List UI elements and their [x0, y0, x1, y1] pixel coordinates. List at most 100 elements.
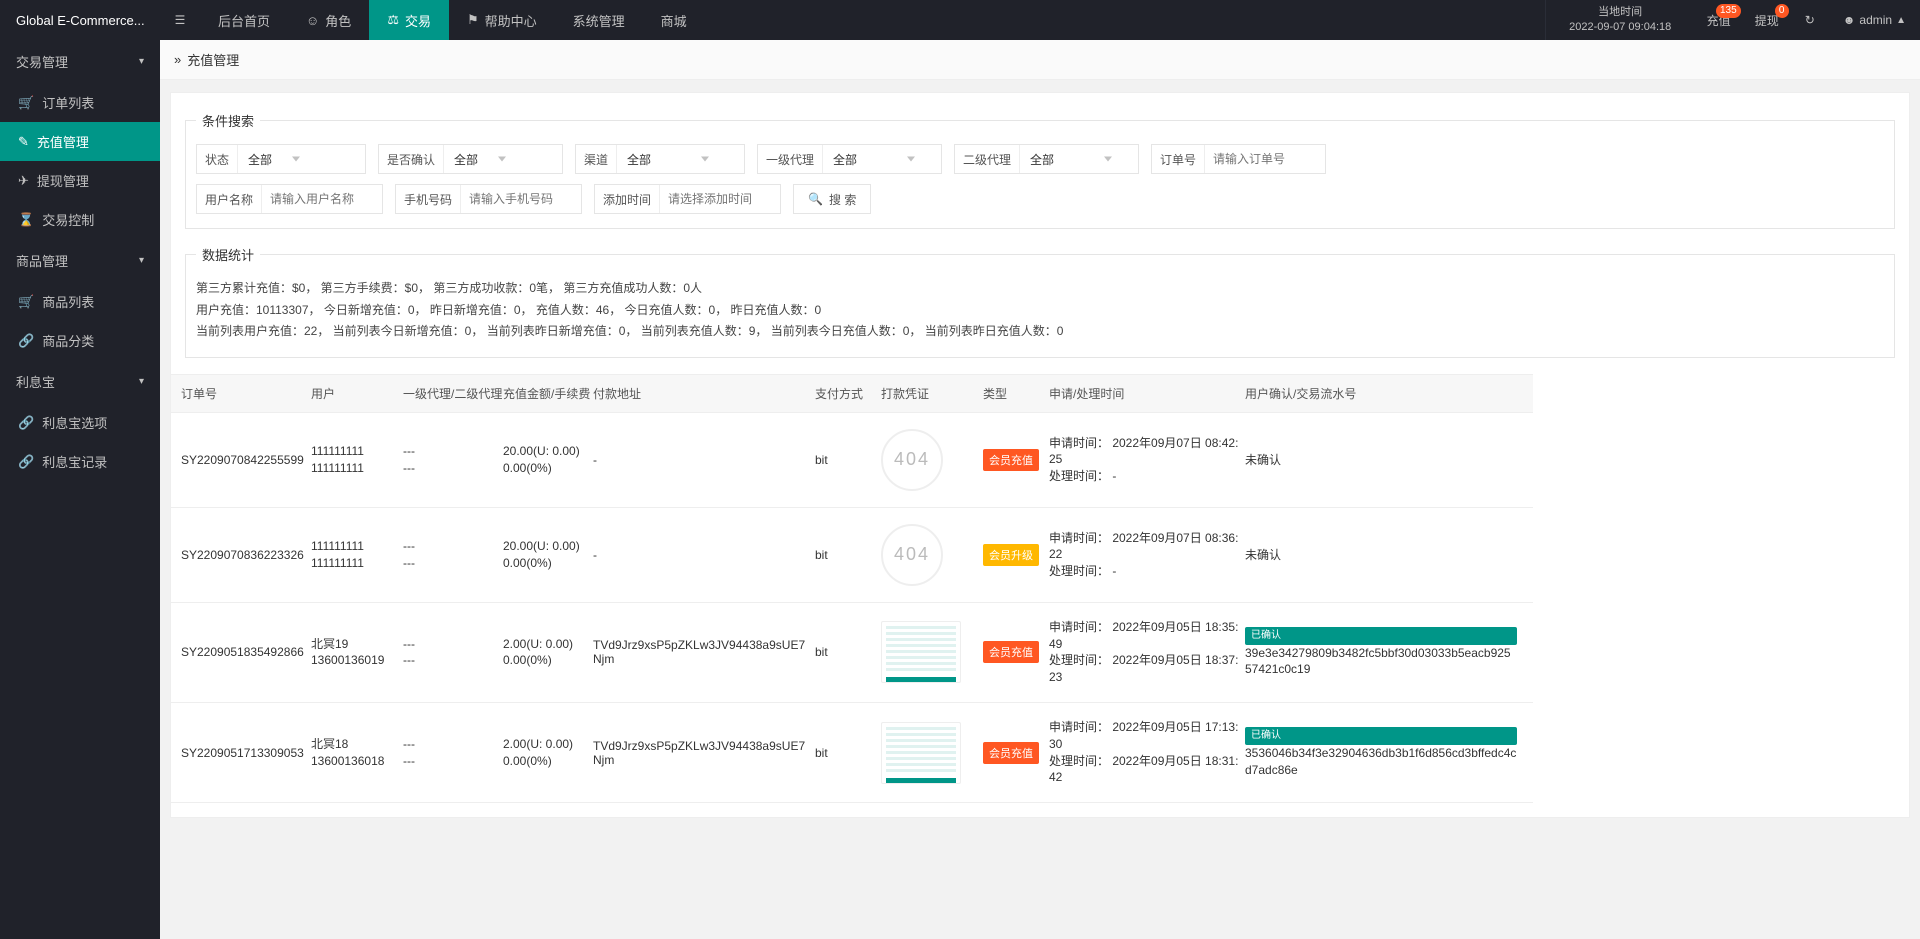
withdraw-link[interactable]: 提现 0 [1743, 0, 1791, 40]
topmenu-item-label: 帮助中心 [485, 11, 537, 30]
filter-confirm-value: 全部 [444, 151, 514, 168]
user-menu[interactable]: ☻ admin ▲ [1829, 0, 1920, 40]
stats-legend: 数据统计 [196, 245, 260, 264]
topmenu-item-label: 系统管理 [573, 11, 625, 30]
addr-cell: TVd9Jrz9xsP5pZKLw3JV94438a9sUE7Njm [593, 638, 815, 666]
sidebar-item[interactable]: 🔗利息宝选项 [0, 403, 160, 442]
paytype-cell: bit [815, 453, 881, 467]
voucher-404-icon[interactable]: 404 [881, 524, 943, 586]
sidebar-item[interactable]: ✈提现管理 [0, 161, 160, 200]
link-icon: 🔗 [18, 333, 34, 349]
confirm-tag: 已确认 [1245, 627, 1517, 645]
sidebar-item-label: 商品分类 [42, 331, 94, 350]
panel: 条件搜索 状态 全部 是否确认 全部 渠道 全部 [170, 92, 1910, 818]
voucher-404-icon[interactable]: 404 [881, 429, 943, 491]
sidebar-item[interactable]: 🔗 利息宝记录 [0, 442, 160, 481]
topbar: Global E-Commerce... ☰ 后台首页☺角色⚖交易⚑帮助中心系统… [0, 0, 1920, 40]
filter-agent1[interactable]: 一级代理 全部 [757, 144, 942, 174]
topmenu-item-label: 后台首页 [218, 11, 270, 30]
amount-cell: 20.00(U: 0.00)0.00(0%) [503, 443, 593, 477]
filter-username-input[interactable] [262, 185, 382, 213]
filter-agent1-label: 一级代理 [758, 145, 823, 173]
agent-cell: ------ [403, 636, 503, 670]
sidebar-item-label: 提现管理 [37, 171, 89, 190]
topmenu-item[interactable]: ☺角色 [288, 0, 369, 40]
sidebar-group[interactable]: 利息宝▾ [0, 360, 160, 403]
filter-phone-label: 手机号码 [396, 185, 461, 213]
confirm-tag: 已确认 [1245, 727, 1517, 745]
voucher-thumb[interactable] [881, 722, 961, 784]
sidebar-item-label: 商品列表 [42, 292, 94, 311]
tab-current[interactable]: » 充值管理 [174, 50, 239, 69]
column-header: 一级代理/二级代理 [403, 385, 503, 402]
amount-cell: 2.00(U: 0.00)0.00(0%) [503, 736, 593, 770]
local-time: 当地时间 2022-09-07 09:04:18 [1545, 0, 1695, 40]
topmenu-item[interactable]: 后台首页 [200, 0, 288, 40]
paytype-cell: bit [815, 548, 881, 562]
table-row: SY2209070836223326111111111111111111----… [171, 508, 1533, 603]
filter-channel-value: 全部 [617, 151, 717, 168]
filter-agent1-value: 全部 [823, 151, 923, 168]
voucher-cell [881, 722, 983, 784]
refresh-button[interactable]: ↻ [1791, 0, 1829, 40]
voucher-cell: 404 [881, 524, 983, 586]
search-button[interactable]: 🔍 搜 索 [793, 184, 871, 214]
voucher-cell [881, 621, 983, 683]
sidebar-item[interactable]: ⌛交易控制 [0, 200, 160, 239]
sidebar-group-title: 交易管理 [16, 52, 68, 71]
filter-agent2[interactable]: 二级代理 全部 [954, 144, 1139, 174]
filter-orderno-input[interactable] [1205, 145, 1325, 173]
confirm-cell: 已确认3536046b34f3e32904636db3b1f6d856cd3bf… [1245, 727, 1523, 779]
search-icon: 🔍 [808, 192, 823, 206]
filter-phone-input[interactable] [461, 185, 581, 213]
type-cell: 会员充值 [983, 742, 1049, 764]
refresh-icon: ↻ [1805, 13, 1815, 27]
time-cell: 申请时间： 2022年09月05日 18:35:49处理时间： 2022年09月… [1049, 619, 1245, 686]
tab-prefix-icon: » [174, 52, 181, 67]
column-header: 用户确认/交易流水号 [1245, 385, 1523, 402]
topmenu-item-label: 交易 [405, 11, 431, 30]
sidebar-item[interactable]: 🔗 商品分类 [0, 321, 160, 360]
sidebar-item-label: 利息宝记录 [42, 452, 107, 471]
chevron-down-icon: ▾ [139, 56, 144, 67]
sidebar-toggle[interactable]: ☰ [160, 0, 200, 40]
filter-status[interactable]: 状态 全部 [196, 144, 366, 174]
link-icon: 🔗 [18, 454, 34, 470]
sidebar-item[interactable]: 🛒商品列表 [0, 282, 160, 321]
search-button-label: 搜 索 [829, 191, 856, 208]
paytype-cell: bit [815, 645, 881, 659]
topmenu-item[interactable]: ⚑帮助中心 [449, 0, 555, 40]
topmenu-item[interactable]: 系统管理 [555, 0, 643, 40]
menu-icon: ☰ [175, 13, 186, 27]
sidebar-item[interactable]: ✎充值管理 [0, 122, 160, 161]
chat-icon: ✎ [18, 134, 29, 150]
filter-addtime-input[interactable] [660, 185, 780, 213]
table-row: SY2209051835492866北冥1913600136019------2… [171, 603, 1533, 703]
user-cell: 北冥1813600136018 [311, 736, 403, 770]
sidebar-group[interactable]: 商品管理▾ [0, 239, 160, 282]
voucher-thumb[interactable] [881, 621, 961, 683]
topmenu-item[interactable]: 商城 [643, 0, 705, 40]
column-header: 充值金额/手续费 [503, 385, 593, 402]
cart-icon: 🛒 [18, 95, 34, 111]
filter-confirm[interactable]: 是否确认 全部 [378, 144, 563, 174]
type-tag: 会员充值 [983, 742, 1039, 764]
voucher-cell: 404 [881, 429, 983, 491]
recharge-link[interactable]: 充值 135 [1695, 0, 1743, 40]
sidebar: 交易管理▾🛒订单列表✎充值管理✈提现管理⌛交易控制商品管理▾🛒商品列表🔗商品分类… [0, 40, 160, 939]
agent-cell: ------ [403, 538, 503, 572]
filters-fieldset: 条件搜索 状态 全部 是否确认 全部 渠道 全部 [185, 111, 1895, 229]
addr-cell: - [593, 453, 815, 467]
sidebar-group[interactable]: 交易管理 ▾ [0, 40, 160, 83]
sidebar-item[interactable]: 🛒订单列表 [0, 83, 160, 122]
scale-icon: ⚖ [387, 12, 399, 28]
sidebar-group-title: 商品管理 [16, 251, 68, 270]
topmenu-item[interactable]: ⚖ 交易 [369, 0, 449, 40]
time-cell: 申请时间： 2022年09月05日 17:13:30处理时间： 2022年09月… [1049, 719, 1245, 786]
confirm-cell: 未确认 [1245, 451, 1523, 468]
sidebar-group-title: 利息宝 [16, 372, 55, 391]
filter-channel[interactable]: 渠道 全部 [575, 144, 745, 174]
filter-agent2-label: 二级代理 [955, 145, 1020, 173]
tabs-bar: » 充值管理 [160, 40, 1920, 80]
content: 条件搜索 状态 全部 是否确认 全部 渠道 全部 [160, 80, 1920, 939]
